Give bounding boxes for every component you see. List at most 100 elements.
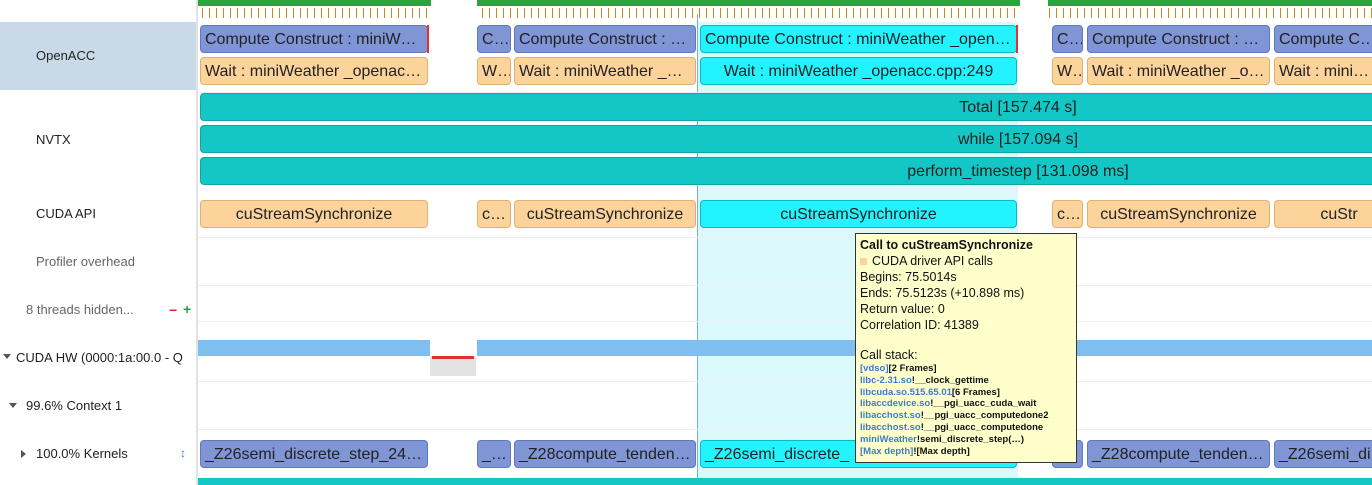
row-label-openacc-text: OpenACC	[36, 48, 96, 63]
ruler-tick	[776, 8, 777, 18]
ruler-tick	[363, 8, 364, 18]
ruler-tick	[1154, 8, 1155, 18]
nvtx-perform-timestep-bar[interactable]: perform_timestep [131.098 ms]	[200, 157, 1372, 185]
compute-construct-bar[interactable]: Compute Construct	[1274, 25, 1372, 53]
tooltip-category-text: CUDA driver API calls	[872, 254, 993, 268]
cuda-api-bar[interactable]: cuStreamSynchronize	[514, 200, 696, 228]
wait-bar[interactable]: Wait : miniWeather _openacc…	[200, 57, 428, 85]
ruler-tick	[1231, 8, 1232, 18]
kernel-bar[interactable]: _…	[477, 440, 511, 468]
ruler-tick	[678, 8, 679, 18]
collapse-triangle-icon[interactable]	[21, 450, 26, 458]
compute-construct-bar[interactable]: C…	[1052, 25, 1083, 53]
compute-construct-bar[interactable]: Compute Construct : …	[1087, 25, 1270, 53]
ruler-tick	[370, 8, 371, 18]
ruler-tick	[769, 8, 770, 18]
row-separator	[198, 429, 1372, 430]
ruler-tick	[1098, 8, 1099, 18]
call-stack-lib: miniWeather	[860, 433, 917, 445]
ruler-tick	[531, 8, 532, 18]
ruler-tick	[1224, 8, 1225, 18]
ruler-tick	[1133, 8, 1134, 18]
nvtx-total-bar[interactable]: Total [157.474 s]	[200, 93, 1372, 121]
timeline-ruler[interactable]	[198, 0, 1372, 6]
threads-hidden-text: 8 threads hidden...	[26, 302, 134, 317]
ruler-tick	[587, 8, 588, 18]
row-label-kernels[interactable]: 100.0% Kernels	[0, 430, 196, 478]
cuda-api-bar[interactable]: cuStr	[1274, 200, 1372, 228]
ruler-tick	[349, 8, 350, 18]
row-label-cuda-api-text: CUDA API	[36, 206, 96, 221]
kernel-bar[interactable]: _Z28compute_tenden…	[514, 440, 696, 468]
ruler-tick	[986, 8, 987, 18]
wait-bar[interactable]: Wait : miniWeather _o…	[514, 57, 696, 85]
ruler-tick	[811, 8, 812, 18]
ruler-tick	[923, 8, 924, 18]
ruler-tick	[1364, 8, 1365, 18]
ruler-tick	[1308, 8, 1309, 18]
bottom-strip	[198, 478, 1372, 485]
kernel-bar[interactable]: _Z26semi_discrete_step_24…	[200, 440, 428, 468]
call-stack-function: !semi_discrete_step(…)	[916, 433, 1025, 445]
ruler-tick	[818, 8, 819, 18]
cuda-api-bar[interactable]: c…	[1052, 200, 1083, 228]
nvtx-while-bar[interactable]: while [157.094 s]	[200, 125, 1372, 153]
row-label-nvtx[interactable]: NVTX	[0, 116, 196, 164]
wait-bar[interactable]: W…	[477, 57, 511, 85]
ruler-tick	[237, 8, 238, 18]
ruler-tick	[1252, 8, 1253, 18]
ruler-tick	[1322, 8, 1323, 18]
ruler-gap	[431, 0, 477, 6]
cuda-api-bar[interactable]: cuStreamSynchronize	[1087, 200, 1270, 228]
compute-construct-bar[interactable]: C…	[477, 25, 511, 53]
ruler-gap	[1020, 0, 1048, 6]
compute-construct-bar[interactable]: Compute Construct : miniWe…	[200, 25, 428, 53]
ruler-tick	[314, 8, 315, 18]
wait-bar-selected[interactable]: Wait : miniWeather _openacc.cpp:249	[700, 57, 1017, 85]
row-label-cuda-hw[interactable]: CUDA HW (0000:1a:00.0 - Q	[0, 334, 196, 382]
ruler-tick	[741, 8, 742, 18]
compute-construct-bar[interactable]: Compute Construct : …	[514, 25, 696, 53]
cursor-line	[697, 14, 698, 485]
row-label-context[interactable]: 99.6% Context 1	[0, 382, 196, 430]
ruler-tick	[797, 8, 798, 18]
row-label-openacc[interactable]: OpenACC	[0, 22, 196, 90]
kernel-bar[interactable]: _Z28compute_tenden…	[1087, 440, 1270, 468]
cuda-api-bar[interactable]: c…	[477, 200, 511, 228]
kernel-bar[interactable]: _Z26semi_di	[1274, 440, 1372, 468]
ruler-tick	[629, 8, 630, 18]
ruler-tick	[804, 8, 805, 18]
ruler-tick	[1245, 8, 1246, 18]
call-stack-lib: libacchost.so	[860, 421, 921, 433]
ruler-tick	[762, 8, 763, 18]
wait-bar[interactable]: Wait : miniWei	[1274, 57, 1372, 85]
row-label-threads-hidden[interactable]: 8 threads hidden...	[0, 286, 196, 334]
row-separator	[198, 237, 1372, 238]
ruler-tick	[398, 8, 399, 18]
ruler-tick	[1259, 8, 1260, 18]
cuda-hw-bar[interactable]	[198, 340, 430, 356]
expand-triangle-icon[interactable]	[3, 354, 11, 359]
wait-bar[interactable]: Wait : miniWeather _o…	[1087, 57, 1270, 85]
row-label-cuda-api[interactable]: CUDA API	[0, 190, 196, 238]
call-stack-frame: libacchost.so!__pgi_uacc_computedone2	[860, 410, 1072, 422]
wait-bar[interactable]: W…	[1052, 57, 1083, 85]
ruler-tick	[706, 8, 707, 18]
cuda-api-bar[interactable]: cuStreamSynchronize	[200, 200, 428, 228]
ruler-tick	[412, 8, 413, 18]
cuda-api-bar-selected[interactable]: cuStreamSynchronize	[700, 200, 1017, 228]
ruler-tick	[993, 8, 994, 18]
ruler-tick	[1105, 8, 1106, 18]
ruler-tick	[1063, 8, 1064, 18]
row-label-panel: OpenACC NVTX CUDA API Profiler overhead …	[0, 0, 196, 485]
sort-icon[interactable]: ↕	[180, 446, 186, 460]
ruler-tick	[1000, 8, 1001, 18]
ruler-tick	[1210, 8, 1211, 18]
row-label-profiler-overhead[interactable]: Profiler overhead	[0, 238, 196, 286]
expand-triangle-icon[interactable]	[9, 403, 17, 408]
plus-icon[interactable]: +	[183, 301, 191, 317]
compute-construct-bar-selected[interactable]: Compute Construct : miniWeather _open…	[700, 25, 1017, 53]
ruler-tick	[321, 8, 322, 18]
timeline-view[interactable]: Compute Construct : miniWe… C… Compute C…	[198, 0, 1372, 485]
minus-icon[interactable]: −	[169, 302, 177, 318]
